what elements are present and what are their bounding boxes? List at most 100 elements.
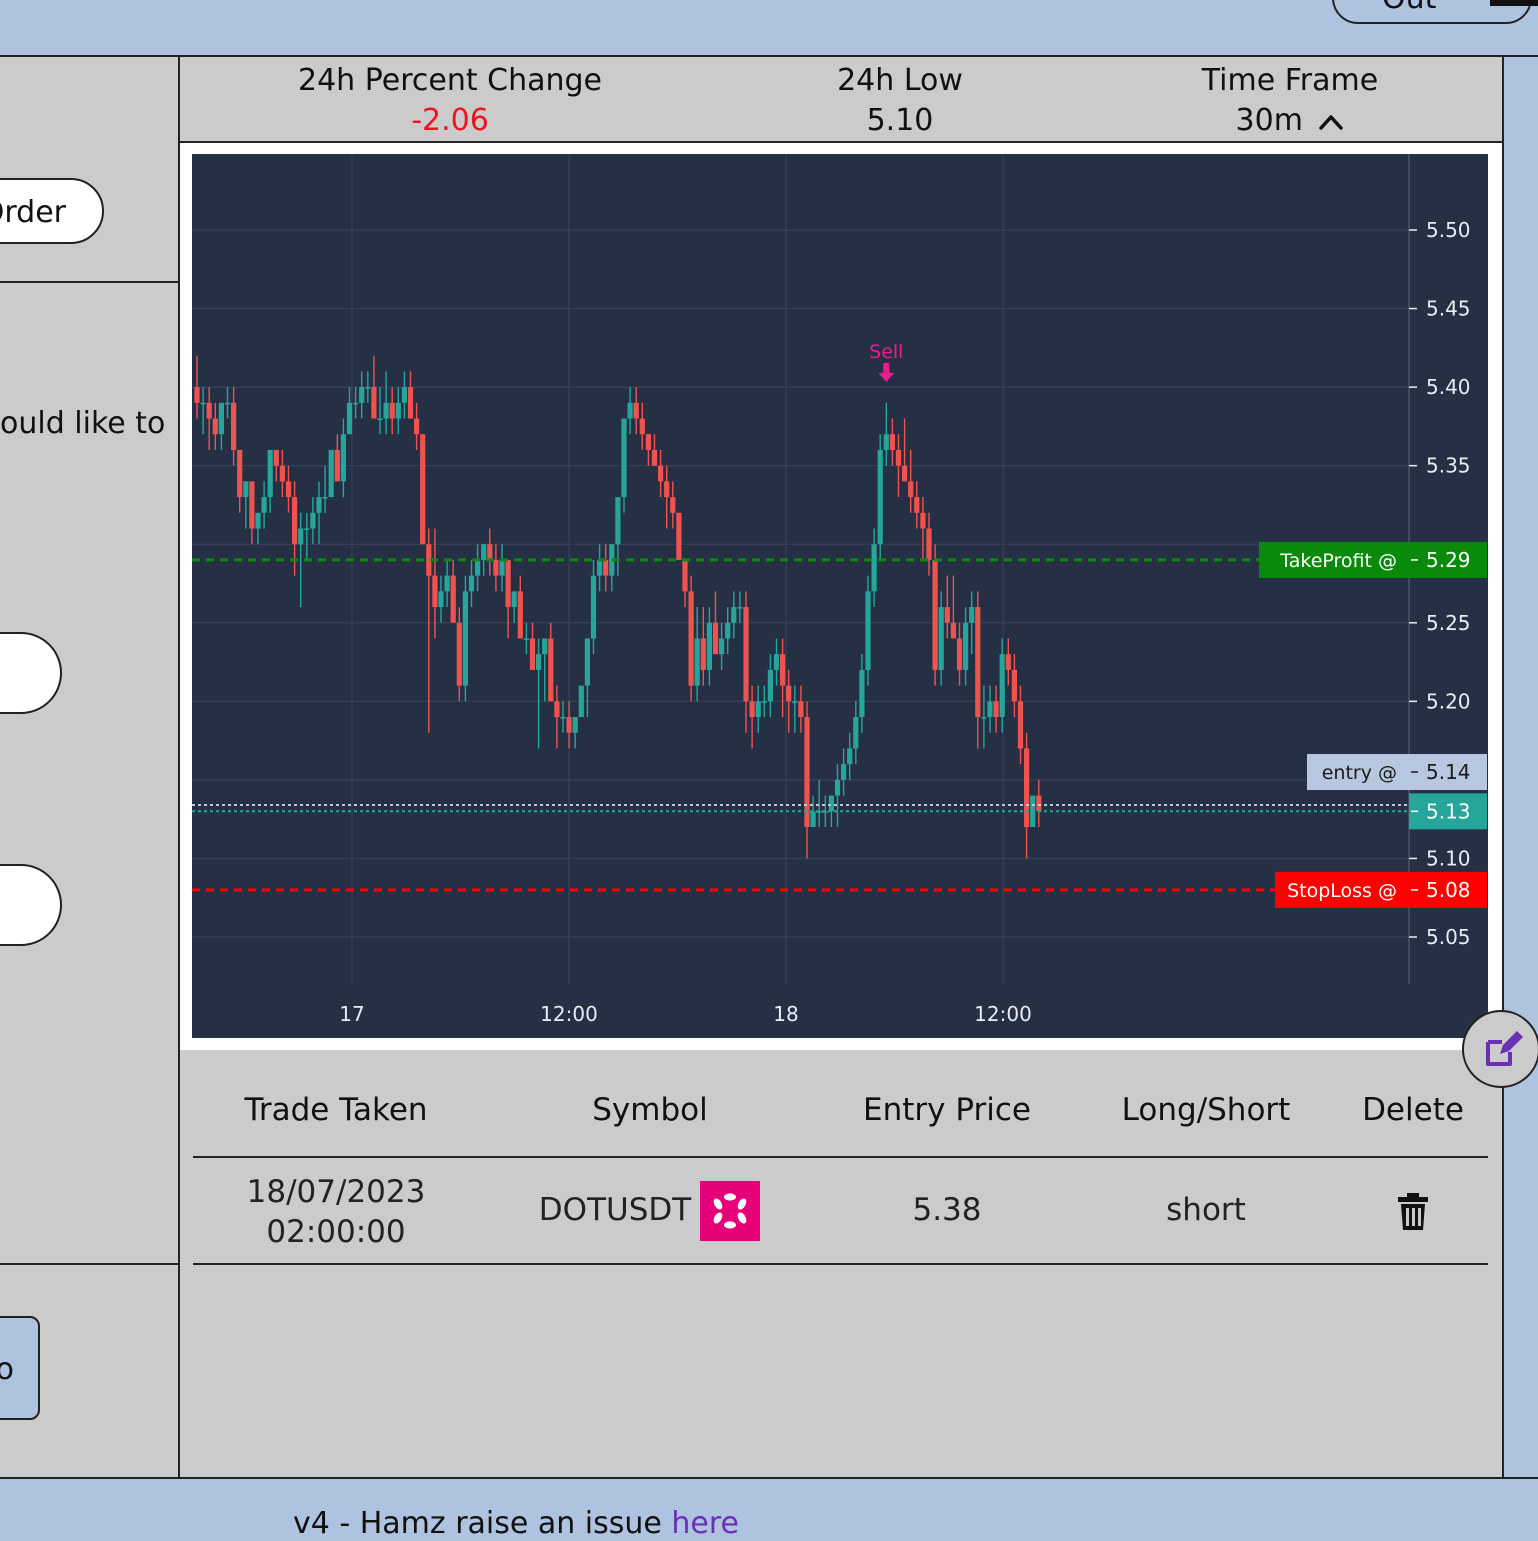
candle — [267, 449, 273, 498]
candle — [847, 748, 853, 765]
candle — [1017, 701, 1024, 749]
chevron-up-icon[interactable] — [1318, 112, 1344, 132]
chart-container: 17 12:00 18 12:00 5.50 5.45 5.40 5.35 5.25 5.20 5.… — [180, 143, 1502, 1050]
submit-button[interactable]: o — [0, 1316, 40, 1420]
candle — [432, 575, 438, 608]
candle — [420, 434, 426, 545]
stat-value: 5.10 — [866, 103, 934, 138]
candle — [566, 717, 572, 733]
x-tick-label: 12:00 — [540, 1002, 598, 1026]
candle — [956, 638, 963, 670]
candle — [371, 387, 377, 419]
stat-percent-change: 24h Percent Change -2.06 — [250, 61, 650, 141]
candle — [200, 402, 206, 405]
candle — [895, 449, 902, 466]
candle — [645, 434, 651, 450]
candle — [578, 685, 584, 718]
price-line-value: 5.13 — [1426, 799, 1471, 823]
candle — [706, 622, 712, 670]
candle — [554, 701, 560, 718]
y-tick-label: 5.50 — [1426, 218, 1471, 242]
candle — [218, 402, 224, 435]
candle — [481, 544, 487, 560]
trade-taken-cell: 18/07/2023 02:00:00 — [220, 1172, 452, 1252]
candle — [414, 418, 420, 435]
column-header: Entry Price — [863, 1092, 1031, 1128]
candle — [456, 622, 462, 686]
candle — [407, 387, 414, 419]
edit-icon[interactable] — [1464, 1012, 1538, 1086]
candle — [908, 481, 914, 498]
candle — [212, 418, 218, 435]
footer-bar — [0, 1477, 1538, 1540]
candle — [1036, 795, 1042, 812]
sidebar-divider — [0, 281, 178, 283]
timeframe-value: 30m — [1235, 103, 1303, 138]
price-line-value: 5.08 — [1426, 878, 1471, 902]
candle — [981, 717, 987, 719]
top-bar — [0, 0, 1538, 57]
candle — [987, 701, 993, 718]
y-tick-label: 5.20 — [1426, 689, 1471, 713]
price-chart[interactable]: 17 12:00 18 12:00 5.50 5.45 5.40 5.35 5.25 5.20 5.… — [192, 154, 1488, 1038]
order-prompt-text: ould like to — [0, 406, 166, 441]
candle — [627, 402, 633, 419]
candle — [560, 717, 566, 719]
candle — [670, 497, 676, 513]
column-header: Delete — [1362, 1092, 1464, 1128]
candle — [383, 402, 389, 419]
candle — [462, 591, 468, 686]
order-button[interactable]: Order — [0, 178, 104, 244]
candle — [932, 559, 938, 670]
candle — [737, 607, 743, 609]
topbar-accent — [1490, 0, 1538, 6]
footer-label: v4 - Hamz raise an issue — [293, 1506, 672, 1541]
candle — [969, 607, 975, 623]
candle — [810, 811, 816, 828]
x-tick-label: 18 — [773, 1002, 798, 1026]
candle — [841, 764, 847, 780]
candle — [340, 434, 346, 482]
timeframe-selector[interactable]: Time Frame 30m — [1170, 61, 1410, 141]
stat-24h-low: 24h Low 5.10 — [800, 61, 1000, 141]
candle — [719, 638, 725, 655]
price-line-value: 5.14 — [1426, 760, 1471, 784]
candle — [938, 607, 944, 670]
stat-label: 24h Percent Change — [298, 63, 602, 98]
candle — [920, 512, 926, 529]
candle — [334, 449, 340, 482]
candle — [517, 591, 523, 639]
price-line-label: TakeProfit @ — [1279, 550, 1397, 572]
candle — [944, 607, 950, 623]
candle — [902, 465, 908, 482]
candle — [767, 669, 773, 702]
candle — [346, 402, 353, 435]
candle — [633, 402, 639, 419]
price-line-value: 5.29 — [1426, 548, 1471, 572]
candle — [731, 607, 737, 623]
candle — [682, 559, 688, 592]
candle — [542, 638, 548, 655]
candle — [615, 497, 621, 545]
candle — [877, 449, 883, 545]
column-header: Symbol — [592, 1092, 708, 1128]
candle — [694, 638, 700, 686]
edit-button[interactable] — [1462, 1010, 1538, 1088]
candle — [688, 591, 694, 686]
trash-icon[interactable] — [1396, 1192, 1430, 1232]
candle — [468, 575, 475, 592]
issue-link[interactable]: here — [671, 1506, 739, 1541]
column-header: Long/Short — [1121, 1092, 1291, 1128]
candle — [926, 528, 932, 560]
candle — [658, 465, 664, 482]
candle — [292, 497, 298, 545]
candle — [963, 622, 969, 670]
x-tick-label: 17 — [339, 1002, 364, 1026]
candle — [206, 402, 212, 419]
candle — [548, 638, 554, 702]
candle — [651, 449, 658, 466]
candle — [450, 575, 456, 623]
candle — [993, 701, 999, 718]
price-line-label: entry @ — [1322, 762, 1397, 784]
table-divider — [193, 1263, 1488, 1265]
